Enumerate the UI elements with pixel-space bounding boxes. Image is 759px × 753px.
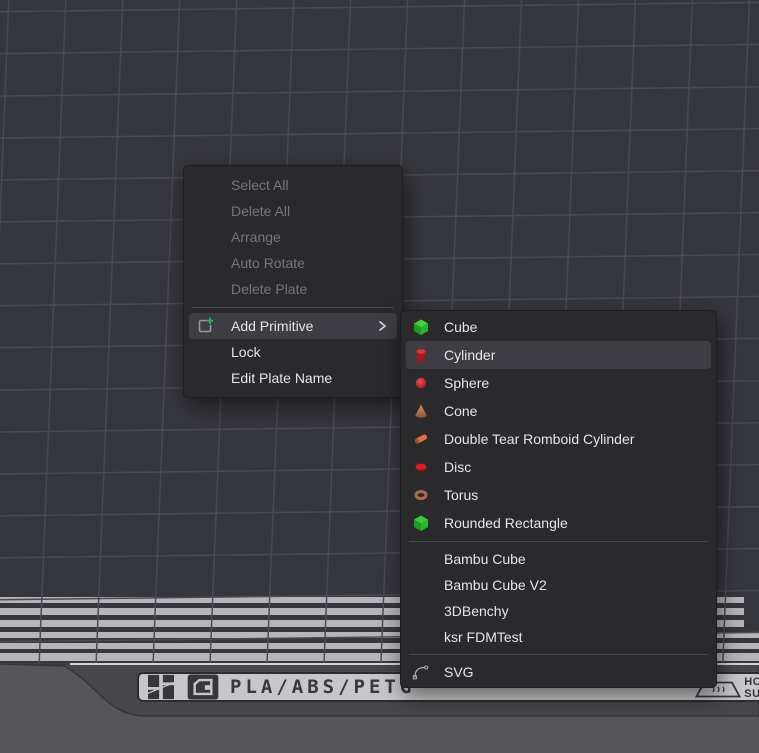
- menu-item-arrange: Arrange: [184, 224, 402, 250]
- menu-divider: [192, 307, 394, 308]
- disc-icon: [412, 458, 430, 476]
- chevron-right-icon: [377, 319, 387, 333]
- submenu-item-double-tear-romboid-cylinder[interactable]: Double Tear Romboid Cylinder: [406, 425, 711, 453]
- romboid-cylinder-icon: [412, 430, 430, 448]
- cylinder-icon: [412, 346, 430, 364]
- menu-item-delete-all: Delete All: [184, 198, 402, 224]
- menu-item-delete-plate: Delete Plate: [184, 276, 402, 302]
- submenu-item-label: Double Tear Romboid Cylinder: [444, 431, 634, 447]
- slicer-window: PLA/ABS/PETG HOT SU Select All Delete Al…: [0, 0, 759, 753]
- submenu-item-label: SVG: [444, 664, 474, 680]
- hot-surface-text: HOT SU: [744, 674, 759, 700]
- context-menu: Select All Delete All Arrange Auto Rotat…: [183, 165, 403, 398]
- menu-item-edit-plate-name[interactable]: Edit Plate Name: [189, 365, 397, 391]
- submenu-item-bambu-cube[interactable]: Bambu Cube: [406, 546, 711, 572]
- submenu-item-svg[interactable]: SVG: [406, 659, 711, 685]
- submenu-item-torus[interactable]: Torus: [406, 481, 711, 509]
- submenu-item-ksr-fdmtest[interactable]: ksr FDMTest: [406, 624, 711, 650]
- submenu-item-label: Sphere: [444, 375, 489, 391]
- torus-icon: [412, 486, 430, 504]
- cube-icon: [412, 318, 430, 336]
- add-primitive-submenu: Cube Cylinder Sphere: [400, 310, 717, 688]
- cone-icon: [412, 402, 430, 420]
- submenu-item-label: Cube: [444, 319, 477, 335]
- add-primitive-icon: [195, 316, 215, 336]
- printer-logo-icon: [186, 674, 220, 700]
- bezier-curve-icon: [412, 663, 430, 681]
- submenu-item-label: Cylinder: [444, 347, 495, 363]
- submenu-item-3dbenchy[interactable]: 3DBenchy: [406, 598, 711, 624]
- submenu-item-rounded-rectangle[interactable]: Rounded Rectangle: [406, 509, 711, 537]
- submenu-item-disc[interactable]: Disc: [406, 453, 711, 481]
- submenu-item-cylinder[interactable]: Cylinder: [406, 341, 711, 369]
- rounded-rectangle-icon: [412, 514, 430, 532]
- menu-item-select-all: Select All: [184, 172, 402, 198]
- submenu-item-label: Cone: [444, 403, 477, 419]
- bambu-logo-icon: [146, 674, 176, 700]
- menu-item-auto-rotate: Auto Rotate: [184, 250, 402, 276]
- submenu-item-bambu-cube-v2[interactable]: Bambu Cube V2: [406, 572, 711, 598]
- sphere-icon: [412, 374, 430, 392]
- plate-material-label: PLA/ABS/PETG: [230, 676, 415, 698]
- menu-item-add-primitive[interactable]: Add Primitive: [189, 313, 397, 339]
- submenu-item-sphere[interactable]: Sphere: [406, 369, 711, 397]
- submenu-divider: [409, 654, 708, 655]
- submenu-item-label: Torus: [444, 487, 478, 503]
- menu-item-lock[interactable]: Lock: [189, 339, 397, 365]
- submenu-item-label: Rounded Rectangle: [444, 515, 568, 531]
- submenu-item-label: Disc: [444, 459, 471, 475]
- menu-item-label: Add Primitive: [231, 318, 377, 334]
- submenu-item-cone[interactable]: Cone: [406, 397, 711, 425]
- submenu-divider: [409, 541, 708, 542]
- submenu-item-cube[interactable]: Cube: [406, 313, 711, 341]
